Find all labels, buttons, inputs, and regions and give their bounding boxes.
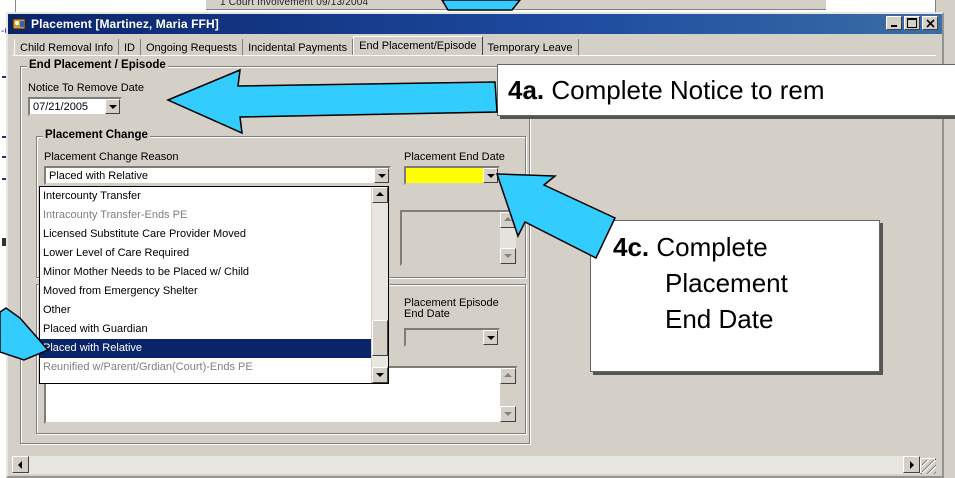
chevron-down-icon[interactable] <box>483 330 498 345</box>
tab-panel-edge <box>12 55 936 56</box>
list-item[interactable]: Lower Level of Care Required <box>40 244 388 263</box>
title-bar[interactable]: Placement [Martinez, Maria FFH] <box>8 14 942 34</box>
chevron-down-icon[interactable] <box>105 99 120 114</box>
comments-scrollbar[interactable] <box>500 212 516 264</box>
placement-change-group-title: Placement Change <box>43 129 150 141</box>
callout-4c: 4c. Complete Placement End Date <box>590 220 880 372</box>
tab-id[interactable]: ID <box>119 39 141 56</box>
notice-to-remove-date-field[interactable]: 07/21/2005 <box>28 97 122 116</box>
list-item-selected[interactable]: Placed with Relative <box>40 339 388 358</box>
placement-change-reason-list[interactable]: Intercounty Transfer Intracounty Transfe… <box>39 186 389 384</box>
list-item[interactable]: Intercounty Transfer <box>40 187 388 206</box>
tab-child-removal-info[interactable]: Child Removal Info <box>14 39 119 56</box>
placement-change-comments[interactable] <box>400 210 518 266</box>
notice-to-remove-date-label: Notice To Remove Date <box>28 82 144 94</box>
placement-change-reason-value: Placed with Relative <box>49 169 149 182</box>
chevron-down-icon[interactable] <box>374 168 389 183</box>
callout-4c-line2: Placement <box>665 268 788 298</box>
list-item[interactable]: Minor Mother Needs to be Placed w/ Child <box>40 263 388 282</box>
scroll-up-icon[interactable] <box>500 368 516 384</box>
callout-4a: 4a. Complete Notice to rem <box>497 64 955 116</box>
chevron-down-icon[interactable] <box>483 168 498 183</box>
scroll-down-icon[interactable] <box>500 248 516 264</box>
placement-end-date-label: Placement End Date <box>404 151 505 163</box>
list-item[interactable]: Placed with Guardian <box>40 320 388 339</box>
background-grid-row: 1 Court Involvement 09/13/2004 <box>206 0 826 10</box>
window-title: Placement [Martinez, Maria FFH] <box>31 17 219 31</box>
callout-4c-number: 4c. <box>613 232 650 262</box>
scroll-right-icon[interactable] <box>903 456 920 473</box>
placement-episode-end-date-label: Placement Episode End Date <box>404 297 499 320</box>
placement-app-icon <box>12 17 26 31</box>
window-horizontal-scrollbar[interactable] <box>12 456 920 474</box>
callout-4c-line1: Complete <box>656 232 768 262</box>
scroll-up-icon[interactable] <box>500 212 516 228</box>
scroll-down-icon[interactable] <box>500 406 516 422</box>
tab-end-placement-episode[interactable]: End Placement/Episode <box>353 36 483 56</box>
tab-strip: Child Removal Info ID Ongoing Requests I… <box>14 36 579 56</box>
placement-change-reason-label: Placement Change Reason <box>44 151 179 163</box>
scroll-thumb[interactable] <box>372 320 388 356</box>
scroll-down-icon[interactable] <box>372 367 388 383</box>
callout-4c-line3: End Date <box>665 304 774 334</box>
background-row-text: 1 Court Involvement 09/13/2004 <box>220 0 369 8</box>
list-item[interactable]: Moved from Emergency Shelter <box>40 282 388 301</box>
list-item[interactable]: Reunified w/Parent/Grdian(Court)-Ends PE <box>40 358 388 377</box>
reason-list-scrollbar[interactable] <box>371 187 388 383</box>
minimize-button[interactable] <box>886 16 902 30</box>
tab-incidental-payments[interactable]: Incidental Payments <box>243 39 354 56</box>
placement-change-reason-select[interactable]: Placed with Relative <box>44 166 391 185</box>
notice-to-remove-date-value: 07/21/2005 <box>33 100 89 113</box>
episode-comments-scrollbar[interactable] <box>500 368 516 422</box>
close-button[interactable] <box>922 16 938 30</box>
tab-temporary-leave[interactable]: Temporary Leave <box>483 39 579 56</box>
resize-grip[interactable] <box>922 460 936 474</box>
list-item[interactable]: Intracounty Transfer-Ends PE <box>40 206 388 225</box>
placement-end-date-field[interactable] <box>404 166 500 185</box>
end-placement-group-title: End Placement / Episode <box>27 59 168 71</box>
placement-episode-end-date-field[interactable] <box>404 328 500 347</box>
maximize-button[interactable] <box>904 16 920 30</box>
callout-4a-text: Complete Notice to rem <box>551 75 825 105</box>
scroll-up-icon[interactable] <box>372 187 388 203</box>
callout-4a-number: 4a. <box>508 75 545 105</box>
close-icon <box>925 18 935 28</box>
tab-ongoing-requests[interactable]: Ongoing Requests <box>141 39 244 56</box>
list-item[interactable]: Other <box>40 301 388 320</box>
scroll-left-icon[interactable] <box>12 456 29 473</box>
list-item[interactable]: Licensed Substitute Care Provider Moved <box>40 225 388 244</box>
